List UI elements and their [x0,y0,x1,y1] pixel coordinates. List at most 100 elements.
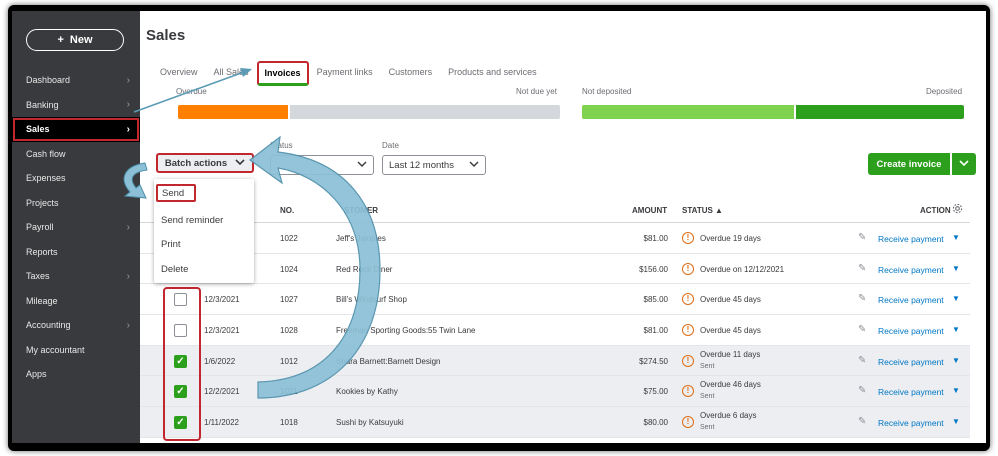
edit-pencil-icon[interactable]: ✎ [858,355,866,366]
sidebar-item-label: Mileage [26,295,58,306]
column-header-no[interactable]: NO. [280,206,294,215]
edit-pencil-icon[interactable]: ✎ [858,263,866,274]
sidebar-item-mileage[interactable]: Mileage [12,289,140,314]
receive-payment-link[interactable]: Receive payment [878,234,944,244]
action-caret-icon[interactable]: ▼ [952,356,960,365]
column-header-action: ACTION [920,206,951,215]
invoice-date: 12/3/2021 [204,326,240,336]
column-header-status[interactable]: STATUS ▲ [682,206,723,215]
sidebar-item-sales[interactable]: Sales › [12,117,140,142]
tab-invoices[interactable]: Invoices [256,61,309,86]
overdue-bar[interactable] [178,105,288,119]
plus-icon: + [57,34,64,46]
edit-pencil-icon[interactable]: ✎ [858,293,866,304]
status-subtext: Sent [700,362,715,370]
receive-payment-link[interactable]: Receive payment [878,265,944,275]
action-caret-icon[interactable]: ▼ [952,294,960,303]
status-text: Overdue on 12/12/2021 [700,264,785,274]
sidebar-item-cash-flow[interactable]: Cash flow [12,142,140,167]
invoice-table: 1022 Jeff's Jalopies $81.00! Overdue 19 day… [140,223,970,438]
not-due-bar[interactable] [290,105,560,119]
column-header-amount[interactable]: AMOUNT [632,206,667,215]
deposited-bar[interactable] [796,105,964,119]
invoice-amount: $156.00 [639,264,668,274]
menu-item-send[interactable]: Send [156,184,196,202]
sidebar-item-payroll[interactable]: Payroll › [12,215,140,240]
batch-actions-button[interactable]: Batch actions [156,153,254,173]
receive-payment-link[interactable]: Receive payment [878,326,944,336]
customer-name: Bill's Windsurf Shop [336,295,407,305]
sidebar-item-my-accountant[interactable]: My accountant [12,338,140,363]
sidebar-item-accounting[interactable]: Accounting › [12,313,140,338]
chevron-right-icon: › [126,172,130,184]
warning-icon: ! [682,354,694,367]
status-text: Overdue 45 days [700,295,761,305]
action-caret-icon[interactable]: ▼ [952,417,960,426]
sidebar-item-dashboard[interactable]: Dashboard › [12,68,140,93]
status-filter-select[interactable] [270,155,374,175]
table-header: NO. STOMER AMOUNT STATUS ▲ ACTION [140,197,970,223]
invoice-amount: $85.00 [643,295,668,305]
customer-name: Kookies by Kathy [336,387,398,397]
warning-icon: ! [682,324,694,337]
create-invoice-dropdown[interactable] [952,153,976,175]
status-text: Overdue 46 days [700,380,761,390]
tab-overview[interactable]: Overview [152,61,206,86]
menu-item-print[interactable]: Print [154,233,254,258]
sidebar-item-expenses[interactable]: Expenses › [12,166,140,191]
edit-pencil-icon[interactable]: ✎ [858,232,866,243]
sidebar-item-label: Reports [26,246,58,257]
chevron-right-icon: › [126,319,130,331]
customer-name: Shara Barnett:Barnett Design [336,356,441,366]
action-caret-icon[interactable]: ▼ [952,264,960,273]
action-caret-icon[interactable]: ▼ [952,325,960,334]
customer-name: Red Rock Diner [336,264,393,274]
create-invoice-button[interactable]: Create invoice [868,153,950,175]
table-row[interactable]: 1022 Jeff's Jalopies $81.00! Overdue 19 day… [140,223,970,254]
status-text: Overdue 19 days [700,234,761,243]
not-deposited-bar[interactable] [582,105,794,119]
sidebar-item-reports[interactable]: Reports [12,240,140,265]
table-row[interactable]: ✓ 1/11/2022 1018 Sushi by Katsuyuki $80.00! O… [140,407,970,438]
edit-pencil-icon[interactable]: ✎ [858,385,866,396]
action-caret-icon[interactable]: ▼ [952,386,960,395]
invoice-number: 1021 [280,387,298,397]
tab-customers[interactable]: Customers [381,61,441,86]
warning-icon: ! [682,293,694,306]
sidebar-item-projects[interactable]: Projects [12,191,140,216]
new-button[interactable]: + New [26,29,124,51]
receive-payment-link[interactable]: Receive payment [878,387,944,397]
sidebar-item-label: Banking [26,99,59,110]
column-header-customer[interactable]: STOMER [344,206,378,215]
edit-pencil-icon[interactable]: ✎ [858,324,866,335]
invoice-number: 1027 [280,295,298,305]
edit-pencil-icon[interactable]: ✎ [858,416,866,427]
receive-payment-link[interactable]: Receive payment [878,418,944,428]
menu-item-delete[interactable]: Delete [154,257,254,282]
chevron-down-icon [235,158,245,169]
table-row[interactable]: 12/3/2021 1028 Freeman Sporting Goods:55 T… [140,315,970,346]
tab-products-and-services[interactable]: Products and services [440,61,545,86]
table-row[interactable]: ✓ 1/6/2022 1012 Shara Barnett:Barnett Desig… [140,345,970,377]
sidebar-item-apps[interactable]: Apps [12,362,140,387]
gear-icon[interactable] [952,203,963,216]
table-row[interactable]: 1024 Red Rock Diner $156.00! Overdue on 12/… [140,254,970,285]
status-subtext: Sent [700,424,715,432]
overdue-label: Overdue [176,87,207,96]
tab-all-sales[interactable]: All Sales [206,61,257,86]
sidebar-item-label: Projects [26,197,59,208]
table-row[interactable]: ✓ 12/2/2021 1021 Kookies by Kathy $75.00! Ove… [140,376,970,408]
checkbox-highlight [163,287,201,441]
sidebar-item-banking[interactable]: Banking › [12,93,140,118]
table-row[interactable]: 12/3/2021 1027 Bill's Windsurf Shop $85.00!… [140,284,970,316]
menu-item-send-reminder[interactable]: Send reminder [154,208,254,233]
receive-payment-link[interactable]: Receive payment [878,357,944,367]
date-filter-select[interactable]: Last 12 months [382,155,486,175]
sidebar-item-taxes[interactable]: Taxes › [12,264,140,289]
warning-icon: ! [682,262,694,275]
action-caret-icon[interactable]: ▼ [952,233,960,242]
chevron-down-icon [357,160,367,171]
receive-payment-link[interactable]: Receive payment [878,295,944,305]
chevron-right-icon: › [126,270,130,282]
tab-payment-links[interactable]: Payment links [309,61,381,86]
